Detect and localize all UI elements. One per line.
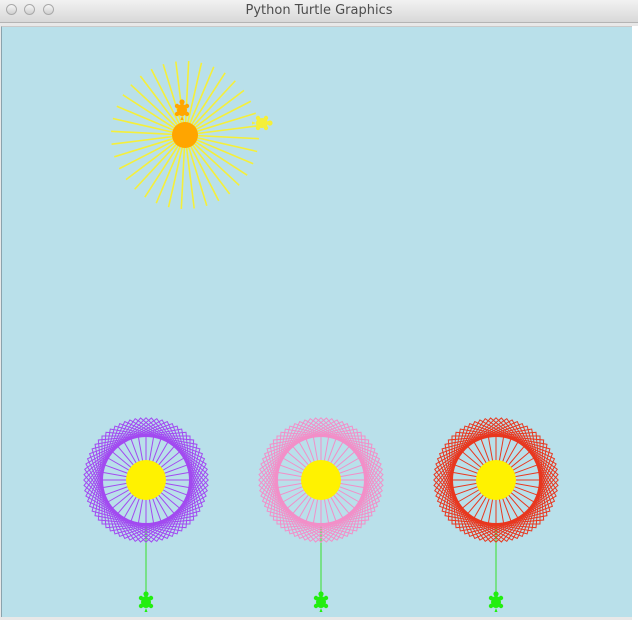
- turtle-window: Python Turtle Graphics: [0, 0, 638, 620]
- flower-center: [476, 460, 516, 500]
- yellow-turtle-icon: [252, 115, 273, 131]
- flower-center: [301, 460, 341, 500]
- drawing-surface: [2, 27, 632, 617]
- flower-red: [433, 417, 559, 612]
- window-edge: [632, 26, 638, 620]
- title-bar[interactable]: Python Turtle Graphics: [0, 0, 638, 23]
- window-title: Python Turtle Graphics: [245, 3, 393, 18]
- flower-center: [126, 460, 166, 500]
- flower-pink: [258, 417, 384, 612]
- green-turtle-icon: [313, 591, 329, 612]
- green-turtle-icon: [138, 591, 154, 612]
- sun: [111, 61, 273, 209]
- green-turtle-icon: [488, 591, 504, 612]
- sun-center: [172, 122, 198, 148]
- turtle-canvas[interactable]: [1, 26, 632, 617]
- flower-purple: [83, 417, 209, 612]
